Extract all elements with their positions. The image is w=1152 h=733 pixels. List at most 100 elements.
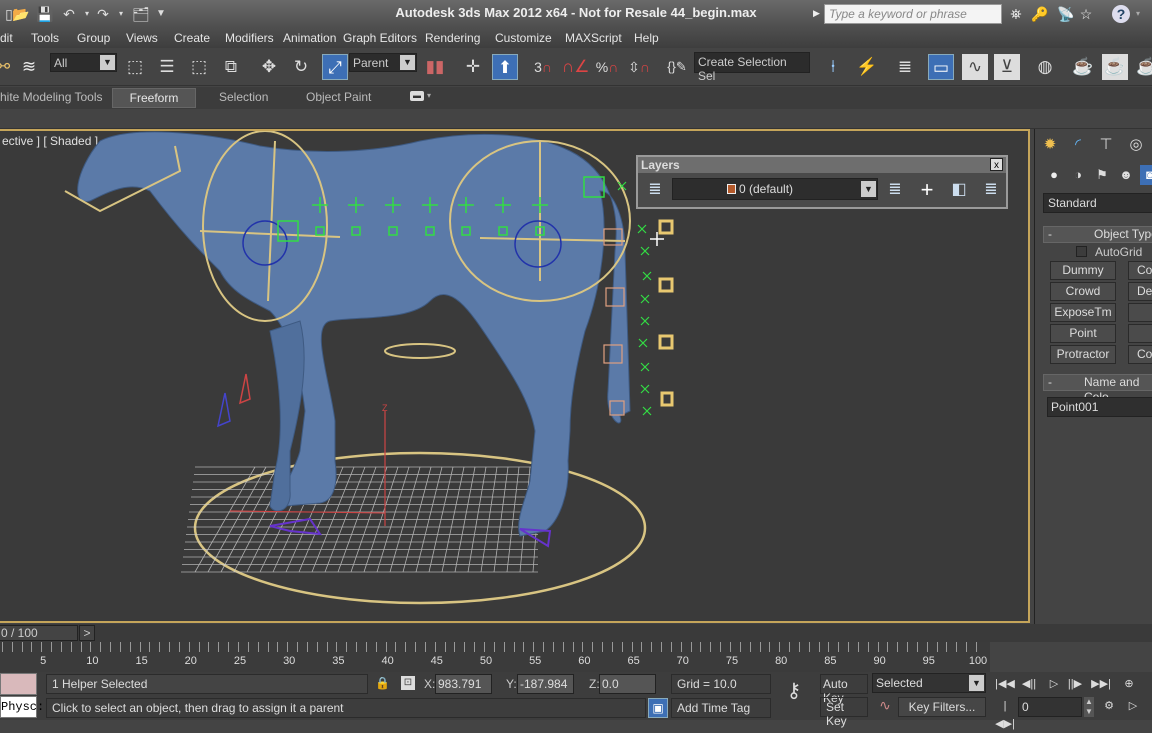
close-icon[interactable]: x: [990, 158, 1003, 171]
tab-graphite-modeling-tools[interactable]: hite Modeling Tools: [0, 90, 103, 104]
autogrid-checkbox[interactable]: AutoGrid: [1076, 245, 1142, 259]
crowd-button[interactable]: Crowd: [1050, 282, 1116, 301]
render-production-icon[interactable]: ☕: [1134, 54, 1152, 80]
selection-lock-icon[interactable]: 🔒: [375, 676, 390, 690]
maxscript-listener-input[interactable]: Physc:: [0, 696, 44, 718]
pivot-center-icon[interactable]: ▮▮: [422, 54, 448, 80]
hierarchy-tab-icon[interactable]: ⊤: [1093, 133, 1119, 157]
helpers-icon[interactable]: ◙: [1140, 165, 1152, 185]
container-button[interactable]: Co: [1128, 261, 1152, 280]
layers-title[interactable]: Layers: [638, 157, 1006, 173]
select-manipulate-icon[interactable]: ✛: [460, 54, 486, 80]
time-slider-thumb[interactable]: 0 / 100: [0, 625, 78, 641]
menu-tools[interactable]: Tools: [31, 31, 59, 45]
menu-views[interactable]: Views: [126, 31, 158, 45]
helper-button-3[interactable]: [1128, 303, 1152, 322]
previous-frame-icon[interactable]: ◀||: [1018, 675, 1040, 693]
modify-tab-icon[interactable]: ◜: [1065, 133, 1091, 157]
time-slider-track[interactable]: [0, 624, 1152, 642]
window-crossing-icon[interactable]: ⧉: [218, 54, 244, 80]
maxscript-listener-output[interactable]: [0, 673, 37, 695]
scale-icon[interactable]: ⤢: [322, 54, 348, 80]
percent-snap-icon[interactable]: %∩: [594, 54, 620, 80]
layer-dropdown[interactable]: 0 (default) ▼: [672, 178, 878, 200]
tab-selection[interactable]: Selection: [219, 90, 268, 104]
pan-icon[interactable]: ▷: [1122, 697, 1144, 715]
menu-help[interactable]: Help: [634, 31, 659, 45]
zoom-extents-icon[interactable]: ⊕: [1118, 675, 1140, 693]
tab-object-paint[interactable]: Object Paint: [306, 90, 371, 104]
time-tag-icon[interactable]: ▣: [648, 698, 668, 718]
keyboard-shortcut-override-icon[interactable]: ⬆: [492, 54, 518, 80]
binoculars-icon[interactable]: ⛯: [1006, 5, 1026, 23]
y-coordinate-field[interactable]: -187.984: [517, 674, 574, 694]
menu-rendering[interactable]: Rendering: [425, 31, 480, 45]
point-button[interactable]: Point: [1050, 324, 1116, 343]
menu-customize[interactable]: Customize: [495, 31, 552, 45]
tab-freeform[interactable]: Freeform: [112, 88, 196, 108]
object-type-rollout[interactable]: - Object Type: [1043, 226, 1152, 243]
layer-manager-icon[interactable]: ≣: [644, 179, 666, 201]
bind-space-warp-icon[interactable]: ≋: [16, 54, 42, 80]
select-object-icon[interactable]: ⬚: [122, 54, 148, 80]
time-configuration-icon[interactable]: ⚙: [1098, 697, 1120, 715]
protractor-button[interactable]: Protractor: [1050, 345, 1116, 364]
help-dropdown-icon[interactable]: ▾: [1136, 9, 1140, 18]
snaps-toggle-icon[interactable]: 3∩: [530, 54, 556, 80]
reference-coord-dropdown[interactable]: Parent ▼: [349, 53, 417, 72]
graphite-toggle-icon[interactable]: ▭: [928, 54, 954, 80]
satellite-icon[interactable]: 📡: [1056, 5, 1076, 23]
key-mode-toggle-icon[interactable]: |◀▶|: [994, 697, 1016, 730]
z-coordinate-field[interactable]: 0.0: [599, 674, 656, 694]
lights-icon[interactable]: ⚑: [1092, 165, 1112, 185]
dummy-button[interactable]: Dummy: [1050, 261, 1116, 280]
key-icon[interactable]: 🔑: [1030, 5, 1050, 23]
add-to-layer-icon[interactable]: +: [916, 179, 938, 201]
ribbon-options-icon[interactable]: ▬: [410, 91, 424, 101]
star-icon[interactable]: ☆: [1076, 5, 1096, 23]
ribbon-dropdown-icon[interactable]: ▾: [427, 91, 431, 100]
angle-snap-icon[interactable]: ∩∠: [562, 54, 589, 80]
category-dropdown[interactable]: Standard: [1043, 193, 1152, 213]
rendered-frame-window-icon[interactable]: ☕: [1102, 54, 1128, 80]
menu-create[interactable]: Create: [174, 31, 210, 45]
menu-maxscript[interactable]: MAXScript: [565, 31, 622, 45]
motion-tab-icon[interactable]: ◎: [1123, 133, 1149, 157]
select-by-name-icon[interactable]: ☰: [154, 54, 180, 80]
object-name-input[interactable]: Point001: [1047, 397, 1152, 417]
delegate-button[interactable]: De: [1128, 282, 1152, 301]
link-icon[interactable]: ⚯: [0, 54, 16, 80]
selection-filter-dropdown[interactable]: All ▼: [50, 53, 117, 72]
spinner-snap-icon[interactable]: ⇳∩: [626, 54, 652, 80]
help-icon[interactable]: ?: [1112, 5, 1130, 23]
material-editor-icon[interactable]: ◍: [1032, 54, 1058, 80]
frame-spinner[interactable]: ▲ ▼: [1084, 697, 1094, 717]
create-new-layer-icon[interactable]: ≣: [884, 179, 906, 201]
key-mode-dropdown[interactable]: Selected ▼: [872, 673, 986, 693]
go-to-end-icon[interactable]: ▶▶|: [1090, 675, 1112, 693]
next-frame-icon[interactable]: ||▶: [1064, 675, 1086, 693]
schematic-view-icon[interactable]: ⊻: [994, 54, 1020, 80]
tape-button[interactable]: T: [1128, 324, 1152, 343]
geometry-icon[interactable]: ●: [1044, 165, 1064, 185]
create-tab-icon[interactable]: ✹: [1037, 133, 1063, 157]
edit-named-selection-icon[interactable]: {}✎: [664, 54, 690, 80]
x-coordinate-field[interactable]: 983.791: [435, 674, 492, 694]
mirror-icon[interactable]: ⍿: [820, 54, 846, 80]
select-objects-in-layer-icon[interactable]: ◧: [948, 179, 970, 201]
set-key-icon[interactable]: ⚷: [776, 678, 812, 710]
set-key-button[interactable]: Set Key: [820, 697, 868, 728]
default-tangent-icon[interactable]: ∿: [874, 697, 896, 717]
add-time-tag[interactable]: Add Time Tag: [671, 698, 771, 718]
menu-modifiers[interactable]: Modifiers: [225, 31, 274, 45]
menu-animation[interactable]: Animation: [283, 31, 336, 45]
auto-key-button[interactable]: Auto Key: [820, 674, 868, 705]
curve-editor-icon[interactable]: ∿: [962, 54, 988, 80]
search-input[interactable]: Type a keyword or phrase: [824, 4, 1002, 24]
next-frame-button[interactable]: >: [79, 625, 95, 641]
compass-button[interactable]: Co: [1128, 345, 1152, 364]
track-bar[interactable]: 5 10 15 20 25 30 35 40 45 50 55 60 65 70 75 80 85 90 95 100: [0, 642, 990, 672]
cameras-icon[interactable]: ☻: [1116, 165, 1136, 185]
current-frame-field[interactable]: 0: [1018, 697, 1082, 717]
shapes-icon[interactable]: ◑: [1068, 165, 1088, 185]
